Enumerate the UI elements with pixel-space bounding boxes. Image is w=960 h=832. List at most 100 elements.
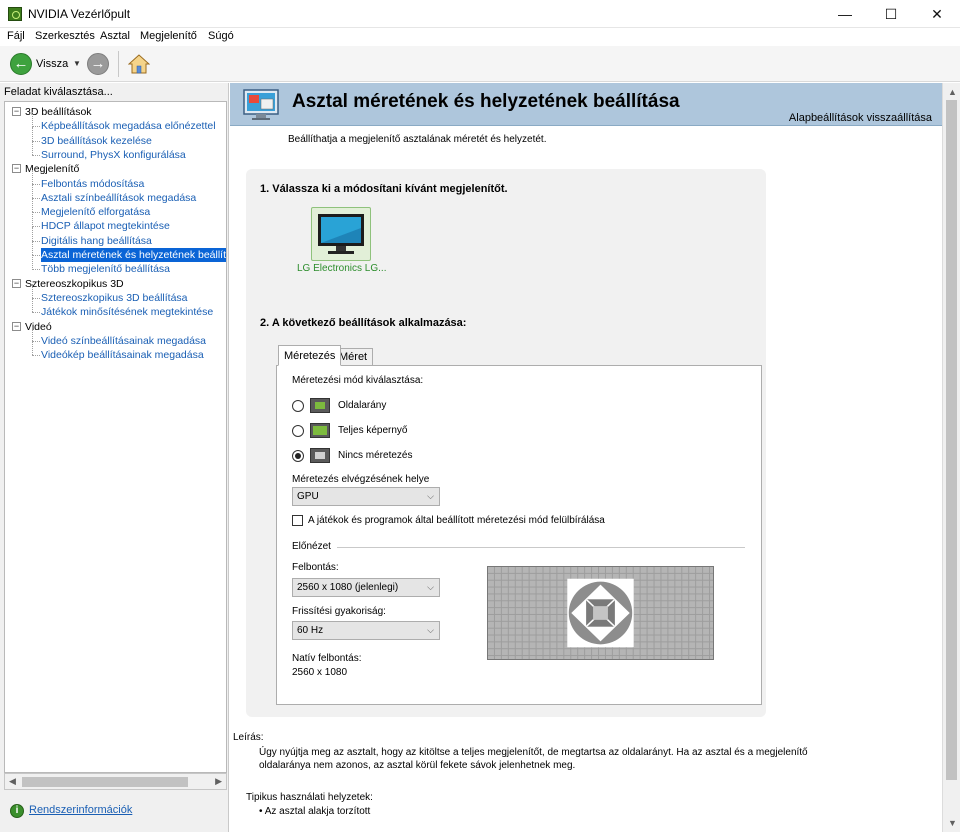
tree-connector [32, 183, 33, 199]
tree-task-link[interactable]: Több megjelenítő beállítása [41, 262, 170, 276]
tree-task-link[interactable]: Surround, PhysX konfigurálása [41, 148, 186, 162]
radio-full-screen[interactable] [292, 425, 304, 437]
tree-task-link[interactable]: HDCP állapot megtekintése [41, 219, 170, 233]
tree-task-link[interactable]: Asztal méretének és helyzetének beállítá… [41, 248, 226, 262]
tree-connector [32, 255, 33, 270]
radio-aspect-label[interactable]: Oldalarány [338, 400, 386, 411]
tree-connector [32, 340, 40, 342]
back-button-label[interactable]: Vissza [36, 58, 68, 70]
refresh-value: 60 Hz [297, 625, 324, 636]
tree-connector [32, 212, 33, 227]
main-content: Asztal méretének és helyzetének beállítá… [230, 83, 942, 832]
tree-collapse-icon[interactable]: − [12, 107, 21, 116]
tree-task-link[interactable]: Sztereoszkopikus 3D beállítása [41, 291, 188, 305]
tab-scaling[interactable]: Méretezés [278, 345, 342, 366]
task-sidebar: Feladat kiválasztása... −3D beállítások K… [0, 83, 229, 832]
radio-full-screen-label[interactable]: Teljes képernyő [338, 425, 407, 436]
tree-category[interactable]: Sztereoszkopikus 3D [25, 277, 124, 291]
back-arrow-icon[interactable] [10, 53, 32, 75]
resolution-select[interactable]: 2560 x 1080 (jelenlegi) ⌵ [292, 578, 440, 597]
description-body: Úgy nyújtja meg az asztalt, hogy az kitö… [259, 747, 808, 771]
tree-task-link[interactable]: Megjelenítő elforgatása [41, 205, 150, 219]
menu-desktop[interactable]: Asztal [100, 30, 130, 42]
tree-connector [32, 212, 40, 214]
minimize-button[interactable]: — [822, 0, 868, 28]
radio-no-scaling-label[interactable]: Nincs méretezés [338, 450, 412, 461]
forward-arrow-icon[interactable] [87, 53, 109, 75]
override-checkbox[interactable] [292, 515, 303, 526]
tree-task-link[interactable]: Képbeállítások megadása előnézettel [41, 119, 216, 133]
tree-connector [32, 126, 40, 128]
tree-task-link[interactable]: Videó színbeállításainak megadása [41, 334, 206, 348]
info-icon[interactable] [10, 804, 24, 818]
preview-label: Előnézet [292, 541, 331, 552]
refresh-select[interactable]: 60 Hz ⌵ [292, 621, 440, 640]
scroll-up-icon[interactable]: ▲ [948, 87, 957, 97]
tree-connector [32, 269, 40, 271]
tree-collapse-icon[interactable]: − [12, 278, 21, 288]
system-info-link[interactable]: Rendszerinformációk [29, 804, 132, 816]
scroll-right-icon[interactable]: ▶ [215, 776, 222, 787]
close-button[interactable]: ✕ [914, 0, 960, 28]
toolbar-separator [118, 51, 119, 77]
tree-connector [32, 198, 33, 213]
title-bar: NVIDIA Vezérlőpult — ☐ ✕ [0, 0, 960, 28]
window-title: NVIDIA Vezérlőpult [28, 7, 131, 21]
menu-edit[interactable]: Szerkesztés [35, 30, 95, 42]
scrollbar-thumb[interactable] [946, 100, 957, 780]
tree-category[interactable]: Megjelenítő [25, 162, 79, 176]
scroll-left-icon[interactable]: ◀ [9, 776, 16, 787]
tree-collapse-icon[interactable]: − [12, 321, 21, 331]
tree-connector [32, 126, 33, 141]
nvidia-app-icon [8, 7, 22, 21]
page-title: Asztal méretének és helyzetének beállítá… [292, 91, 680, 112]
menu-display[interactable]: Megjelenítő [140, 30, 197, 42]
tree-task-link[interactable]: Felbontás módosítása [41, 177, 144, 191]
maximize-button[interactable]: ☐ [868, 0, 914, 28]
content-vertical-scrollbar[interactable]: ▲ ▼ [942, 83, 960, 832]
menu-file[interactable]: Fájl [7, 30, 25, 42]
tree-connector [32, 226, 33, 241]
tree-connector [32, 312, 40, 314]
tree-task-link[interactable]: Asztali színbeállítások megadása [41, 191, 196, 205]
home-icon[interactable] [128, 54, 150, 74]
tree-connector [32, 140, 40, 142]
scroll-down-icon[interactable]: ▼ [948, 818, 957, 828]
refresh-label: Frissítési gyakoriság: [292, 606, 386, 617]
perform-on-select[interactable]: GPU ⌵ [292, 487, 440, 506]
tree-task-link[interactable]: Videókép beállításainak megadása [41, 348, 204, 362]
display-tile[interactable] [311, 207, 371, 261]
tree-category[interactable]: 3D beállítások [25, 105, 92, 119]
radio-no-scaling[interactable] [292, 450, 304, 462]
override-label[interactable]: A játékok és programok által beállított … [308, 515, 605, 526]
radio-aspect[interactable] [292, 400, 304, 412]
tree-connector [32, 226, 40, 228]
back-dropdown-icon[interactable]: ▼ [73, 59, 81, 68]
display-name[interactable]: LG Electronics LG... [297, 263, 386, 274]
tree-task-link[interactable]: 3D beállítások kezelése [41, 134, 152, 148]
scaling-preview-image [487, 566, 714, 660]
typical-usage-heading: Tipikus használati helyzetek: [246, 792, 373, 803]
chevron-down-icon: ⌵ [427, 625, 434, 635]
chevron-down-icon: ⌵ [427, 582, 434, 592]
tree-connector [32, 355, 40, 357]
tree-connector [32, 183, 40, 185]
restore-defaults-link[interactable]: Alapbeállítások visszaállítása [789, 112, 932, 124]
tree-connector [32, 169, 33, 184]
step2-heading: 2. A következő beállítások alkalmazása: [260, 317, 467, 329]
scaling-tab-panel: Méretezési mód kiválasztása: Oldalarány … [276, 365, 762, 705]
task-tree[interactable]: −3D beállítások Képbeállítások megadása e… [4, 101, 227, 773]
tree-task-link[interactable]: Játékok minősítésének megtekintése [41, 305, 213, 319]
tree-collapse-icon[interactable]: − [12, 164, 21, 174]
native-resolution-label: Natív felbontás: [292, 653, 362, 664]
intro-text: Beállíthatja a megjelenítő asztalának mé… [288, 134, 547, 145]
scrollbar-thumb[interactable] [22, 777, 188, 787]
tree-task-link[interactable]: Digitális hang beállítása [41, 234, 152, 248]
tree-horizontal-scrollbar[interactable]: ◀ ▶ [4, 773, 227, 790]
resolution-value: 2560 x 1080 (jelenlegi) [297, 582, 399, 593]
menu-help[interactable]: Súgó [208, 30, 234, 42]
tree-category[interactable]: Videó [25, 320, 52, 334]
step1-heading: 1. Válassza ki a módosítani kívánt megje… [260, 183, 508, 195]
scaling-mode-label: Méretezési mód kiválasztása: [292, 375, 424, 386]
full-screen-icon [310, 423, 330, 438]
